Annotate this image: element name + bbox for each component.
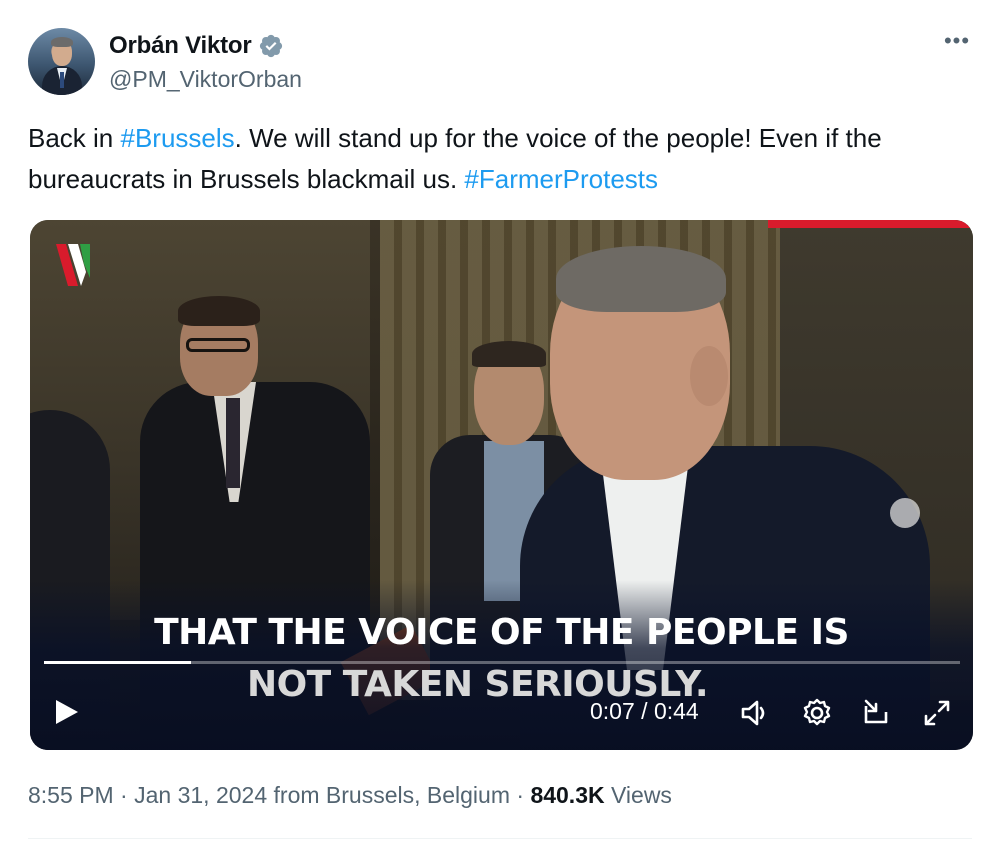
tweet-location: from Brussels, Belgium — [267, 782, 510, 808]
video-person-hair — [556, 246, 726, 312]
tweet-text: Back in #Brussels. We will stand up for … — [28, 118, 972, 200]
picture-in-picture-icon[interactable] — [860, 696, 894, 730]
tweet-header: Orbán Viktor @PM_ViktorOrban ••• — [28, 28, 972, 96]
tweet-date[interactable]: Jan 31, 2024 — [134, 782, 267, 808]
video-indicator-dot — [890, 498, 920, 528]
video-current-time: 0:07 — [590, 698, 635, 724]
avatar-hair — [51, 37, 73, 47]
divider — [28, 838, 972, 839]
name-row: Orbán Viktor — [109, 32, 284, 60]
meta-separator: · — [113, 782, 135, 808]
video-progress-bar[interactable] — [44, 661, 960, 664]
volume-icon[interactable] — [738, 696, 772, 730]
video-person-hair — [178, 296, 260, 326]
hashtag-farmerprotests[interactable]: #FarmerProtests — [464, 164, 658, 194]
tweet-time[interactable]: 8:55 PM — [28, 782, 114, 808]
settings-gear-icon[interactable] — [800, 696, 834, 730]
channel-accent-bar — [768, 220, 973, 228]
tweet-meta: 8:55 PM · Jan 31, 2024 from Brussels, Be… — [28, 782, 672, 809]
views-count[interactable]: 840.3K — [530, 782, 604, 808]
play-icon[interactable] — [52, 696, 82, 728]
video-person-ear — [690, 346, 728, 406]
verified-badge-icon — [259, 34, 282, 58]
display-name[interactable]: Orbán Viktor — [109, 32, 252, 60]
avatar[interactable] — [28, 28, 95, 95]
channel-logo — [56, 244, 90, 286]
user-handle[interactable]: @PM_ViktorOrban — [109, 66, 302, 93]
meta-separator: · — [509, 782, 531, 808]
video-player[interactable]: THAT THE VOICE OF THE PEOPLE IS NOT TAKE… — [30, 220, 973, 750]
video-person-tie — [226, 398, 240, 488]
video-time: 0:07 / 0:44 — [590, 698, 699, 725]
video-duration: 0:44 — [653, 698, 699, 724]
more-horizontal-icon[interactable]: ••• — [942, 30, 972, 58]
avatar-tie — [60, 72, 64, 88]
views-label: Views — [604, 782, 672, 808]
video-time-separator: / — [634, 698, 654, 724]
hashtag-brussels[interactable]: #Brussels — [121, 123, 235, 153]
video-controls: 0:07 / 0:44 — [30, 692, 973, 732]
tweet-text-part: Back in — [28, 123, 121, 153]
video-caption-line-1: THAT THE VOICE OF THE PEOPLE IS — [154, 612, 849, 653]
video-person-glasses — [186, 338, 250, 352]
fullscreen-icon[interactable] — [920, 696, 954, 730]
video-progress-fill — [44, 661, 191, 664]
